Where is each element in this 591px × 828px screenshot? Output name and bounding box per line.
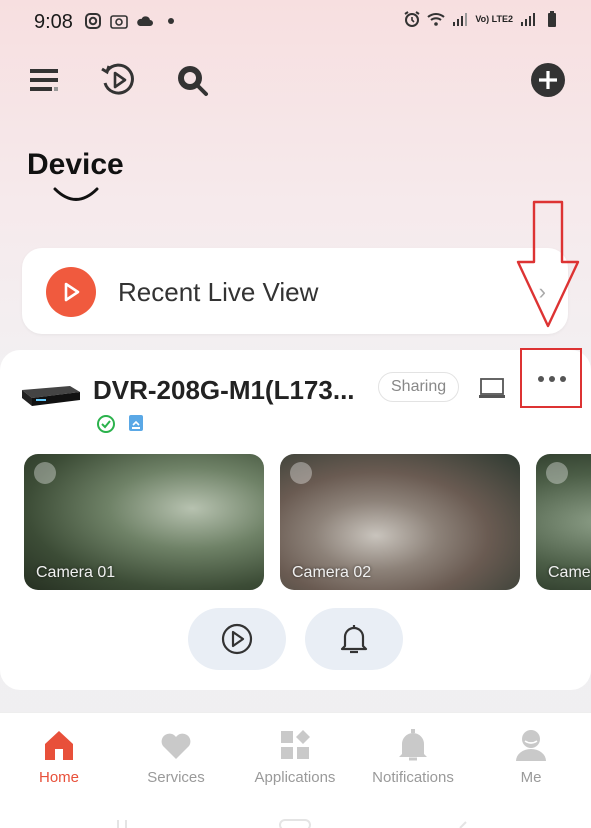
system-gesture-bar (117, 819, 467, 828)
recent-live-view-card[interactable]: Recent Live View › (22, 248, 568, 334)
live-view-button[interactable] (188, 608, 286, 670)
camera-label: Came (548, 564, 591, 581)
device-card: DVR-208G-M1(L173... Sharing Camera 01 Ca… (0, 348, 591, 690)
thumbnail-overlay-icon (546, 462, 568, 484)
bell-icon (399, 729, 427, 761)
camera-thumbnail[interactable]: Camera 02 (280, 454, 520, 590)
nav-item-notifications[interactable]: Notifications (358, 727, 468, 786)
playback-button[interactable] (98, 60, 138, 100)
camera-label: Camera 02 (292, 564, 372, 581)
signal-icon (453, 13, 468, 26)
status-bar: 9:08 Vo) LTE2 (0, 0, 591, 44)
camera-label: Camera 01 (36, 564, 116, 581)
status-notification-icons (84, 12, 174, 30)
status-system-icons: Vo) LTE2 (403, 10, 561, 28)
heart-icon (161, 733, 191, 759)
thumbnail-overlay-icon (290, 462, 312, 484)
storage-status-icon (129, 415, 143, 431)
battery-icon (548, 11, 556, 27)
device-name[interactable]: DVR-208G-M1(L173... (93, 375, 355, 406)
nav-label: Applications (254, 769, 336, 786)
signal-icon-2 (521, 13, 535, 26)
add-icon (531, 63, 565, 97)
grid-icon (281, 730, 310, 759)
playback-icon (101, 63, 134, 95)
nav-item-me[interactable]: Me (476, 727, 586, 786)
cloud-icon (137, 16, 153, 26)
notification-dot (168, 18, 174, 24)
menu-button[interactable] (24, 60, 64, 100)
nav-item-services[interactable]: Services (121, 727, 231, 786)
nav-item-applications[interactable]: Applications (240, 727, 350, 786)
monitor-icon[interactable] (478, 374, 506, 402)
sharing-badge: Sharing (378, 372, 460, 402)
camera-thumbnail[interactable]: Camera 01 (24, 454, 264, 590)
nav-label: Services (147, 769, 205, 786)
page-title: Device (27, 148, 124, 181)
camera-thumbnail-list: Camera 01 Camera 02 Came (24, 454, 591, 590)
title-underline-smile (53, 187, 99, 201)
home-icon (45, 731, 73, 760)
nav-item-home[interactable]: Home (4, 727, 114, 786)
instagram-icon (85, 13, 101, 29)
search-button[interactable] (172, 60, 212, 100)
nav-label: Me (520, 769, 542, 786)
live-view-play-icon (46, 267, 96, 317)
nav-label: Home (38, 769, 79, 786)
network-type-label: Vo) LTE2 (475, 13, 513, 24)
alarm-notification-button[interactable] (305, 608, 403, 670)
annotation-arrow (516, 200, 580, 328)
dvr-device-image (22, 386, 80, 406)
alarm-icon (404, 11, 420, 27)
add-device-button[interactable] (528, 60, 568, 100)
person-icon (516, 730, 546, 761)
online-status-icon (97, 415, 115, 433)
play-circle-icon (221, 623, 253, 655)
more-options-icon[interactable] (538, 376, 566, 382)
camera-icon (110, 15, 128, 29)
thumbnail-overlay-icon (34, 462, 56, 484)
bell-icon (340, 625, 368, 654)
bottom-navigation: Home Services Applications Notifications… (0, 712, 591, 828)
menu-icon (30, 69, 58, 91)
status-time: 9:08 (34, 11, 73, 33)
search-icon (178, 66, 208, 96)
nav-label: Notifications (372, 769, 454, 786)
wifi-icon (427, 13, 445, 26)
recent-live-view-label: Recent Live View (118, 277, 319, 307)
camera-thumbnail[interactable]: Came (536, 454, 591, 590)
